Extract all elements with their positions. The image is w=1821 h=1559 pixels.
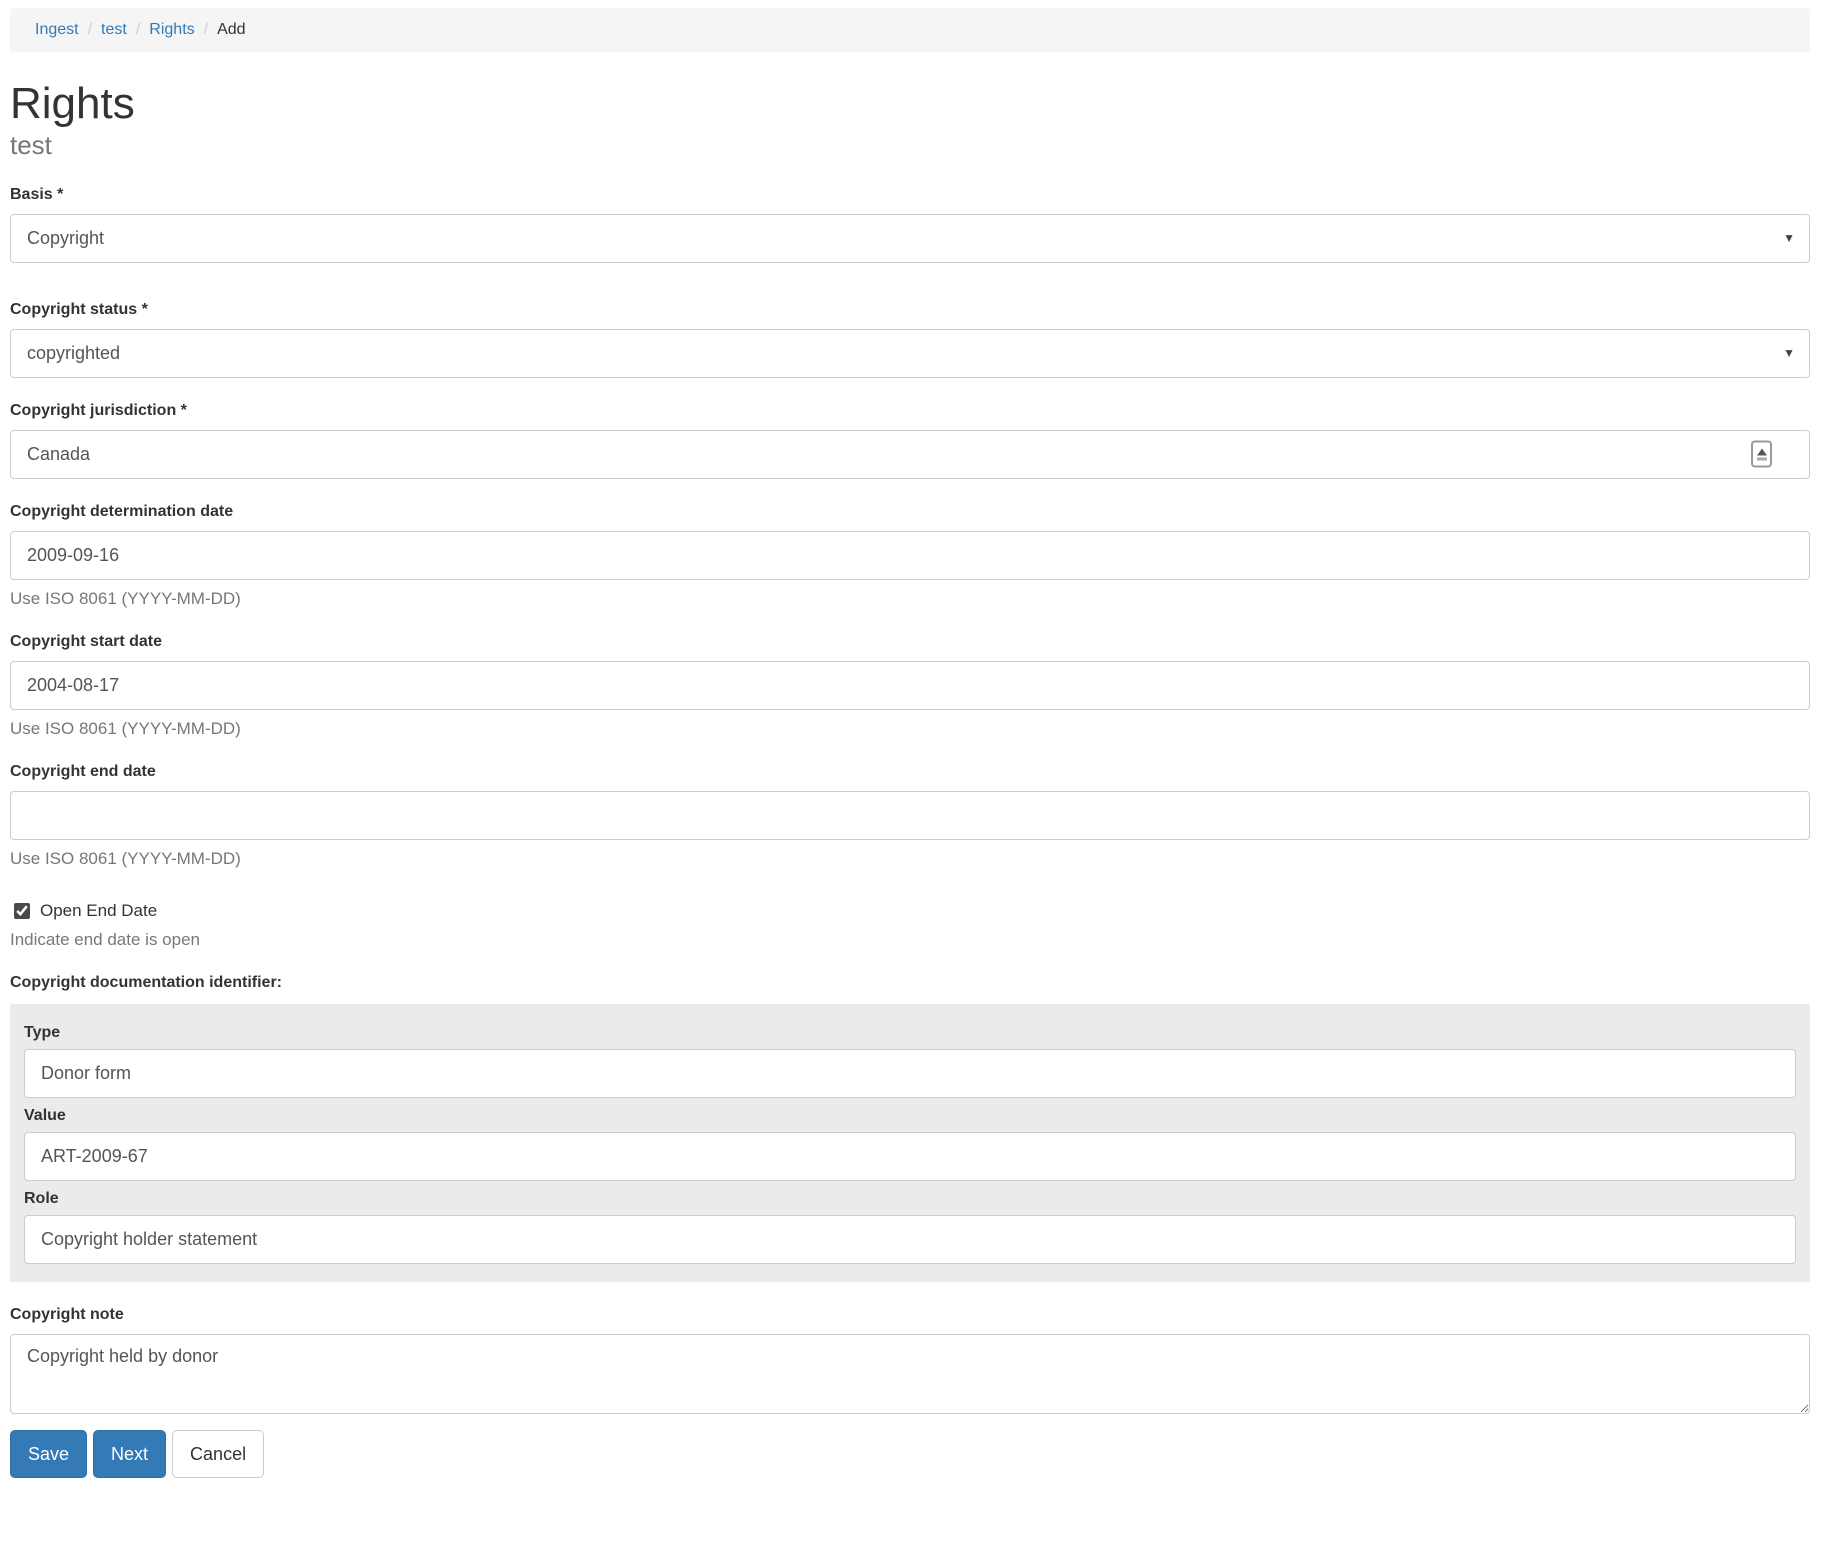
copyright-status-label: Copyright status * (10, 301, 1810, 319)
end-date-help: Use ISO 8061 (YYYY-MM-DD) (10, 849, 1810, 869)
open-end-date-checkbox[interactable] (14, 903, 30, 919)
page-subtitle: test (10, 130, 1810, 161)
copyright-note-label: Copyright note (10, 1306, 1810, 1324)
start-date-help: Use ISO 8061 (YYYY-MM-DD) (10, 719, 1810, 739)
copyright-doc-identifier-label: Copyright documentation identifier: (10, 974, 1810, 992)
copyright-status-select[interactable]: copyrighted ▼ (10, 329, 1810, 378)
picker-eject-icon[interactable] (1751, 441, 1772, 468)
doc-value-input[interactable] (24, 1132, 1796, 1181)
basis-label: Basis * (10, 186, 1810, 204)
breadcrumb-separator: / (195, 21, 217, 39)
copyright-end-date-input[interactable] (10, 791, 1810, 840)
eject-triangle (1757, 448, 1767, 455)
doc-role-input[interactable] (24, 1215, 1796, 1264)
open-end-date-row: Open End Date (10, 901, 1810, 921)
next-button[interactable]: Next (93, 1430, 166, 1478)
basis-select[interactable]: Copyright ▼ (10, 214, 1810, 263)
copyright-determination-date-label: Copyright determination date (10, 503, 1810, 521)
copyright-status-select-value: copyrighted (27, 343, 120, 364)
copyright-jurisdiction-label: Copyright jurisdiction * (10, 402, 1810, 420)
breadcrumb-rights[interactable]: Rights (149, 21, 194, 39)
eject-bar (1757, 457, 1767, 460)
breadcrumb-separator: / (127, 21, 149, 39)
doc-role-label: Role (24, 1190, 1796, 1208)
copyright-start-date-label: Copyright start date (10, 633, 1810, 651)
breadcrumb: Ingest / test / Rights / Add (10, 8, 1810, 52)
doc-type-input[interactable] (24, 1049, 1796, 1098)
save-button[interactable]: Save (10, 1430, 87, 1478)
breadcrumb-separator: / (79, 21, 101, 39)
copyright-note-textarea[interactable]: Copyright held by donor (10, 1334, 1810, 1414)
basis-select-value: Copyright (27, 228, 104, 249)
doc-value-label: Value (24, 1107, 1796, 1125)
breadcrumb-test[interactable]: test (101, 21, 127, 39)
cancel-button[interactable]: Cancel (172, 1430, 264, 1478)
determination-date-help: Use ISO 8061 (YYYY-MM-DD) (10, 589, 1810, 609)
chevron-down-icon: ▼ (1783, 231, 1795, 245)
breadcrumb-add: Add (217, 21, 245, 39)
open-end-date-help: Indicate end date is open (10, 930, 1810, 950)
copyright-end-date-label: Copyright end date (10, 763, 1810, 781)
form-actions: Save Next Cancel (10, 1430, 1810, 1478)
copyright-doc-identifier-panel: Type Value Role (10, 1004, 1810, 1282)
copyright-start-date-input[interactable] (10, 661, 1810, 710)
chevron-down-icon: ▼ (1783, 346, 1795, 360)
copyright-determination-date-input[interactable] (10, 531, 1810, 580)
breadcrumb-ingest[interactable]: Ingest (35, 21, 79, 39)
page-title: Rights (10, 80, 1810, 128)
copyright-jurisdiction-input[interactable] (10, 430, 1810, 479)
doc-type-label: Type (24, 1024, 1796, 1042)
open-end-date-label: Open End Date (40, 901, 157, 921)
